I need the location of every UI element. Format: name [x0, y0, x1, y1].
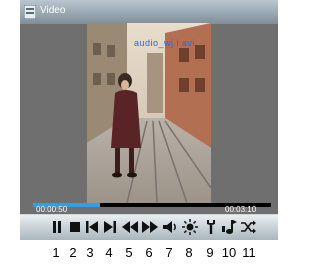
sun-icon [182, 219, 198, 235]
control-bar [20, 214, 278, 240]
next-button[interactable] [101, 218, 119, 236]
rewind-icon [122, 221, 138, 233]
label-music: 10 [221, 245, 237, 260]
title-bar: Video [20, 0, 278, 24]
label-previous: 3 [86, 245, 94, 260]
label-volume: 7 [165, 245, 173, 260]
total-duration: 00:03:10 [225, 205, 257, 214]
speaker-icon [163, 221, 176, 233]
shuffle-button[interactable] [239, 218, 257, 236]
label-fast-forward: 6 [145, 245, 153, 260]
label-settings: 9 [206, 245, 214, 260]
brightness-button[interactable] [181, 218, 199, 236]
label-pause: 1 [52, 245, 60, 260]
label-rewind: 5 [125, 245, 133, 260]
label-next: 4 [105, 245, 113, 260]
media-filename: audio_wj i avi [134, 38, 196, 48]
skip-forward-icon [104, 221, 116, 233]
stop-button[interactable] [66, 218, 84, 236]
video-still-image [87, 23, 211, 203]
stop-icon [70, 222, 80, 232]
music-note-icon [222, 220, 237, 234]
video-frame[interactable] [87, 23, 211, 203]
elapsed-time: 00:00:50 [36, 205, 68, 214]
music-button[interactable] [220, 218, 238, 236]
previous-button[interactable] [83, 218, 101, 236]
fast-forward-icon [142, 221, 158, 233]
shuffle-icon [241, 220, 256, 234]
window-title: Video [40, 5, 66, 16]
label-shuffle: 11 [242, 245, 256, 260]
pause-button[interactable] [48, 218, 66, 236]
wrench-icon [207, 220, 215, 234]
skip-back-icon [86, 221, 98, 233]
fast-forward-button[interactable] [141, 218, 159, 236]
pause-icon [53, 221, 61, 233]
rewind-button[interactable] [121, 218, 139, 236]
settings-button[interactable] [202, 218, 220, 236]
label-stop: 2 [69, 245, 77, 260]
volume-button[interactable] [161, 218, 179, 236]
label-brightness: 8 [185, 245, 193, 260]
video-app-icon [24, 5, 36, 19]
